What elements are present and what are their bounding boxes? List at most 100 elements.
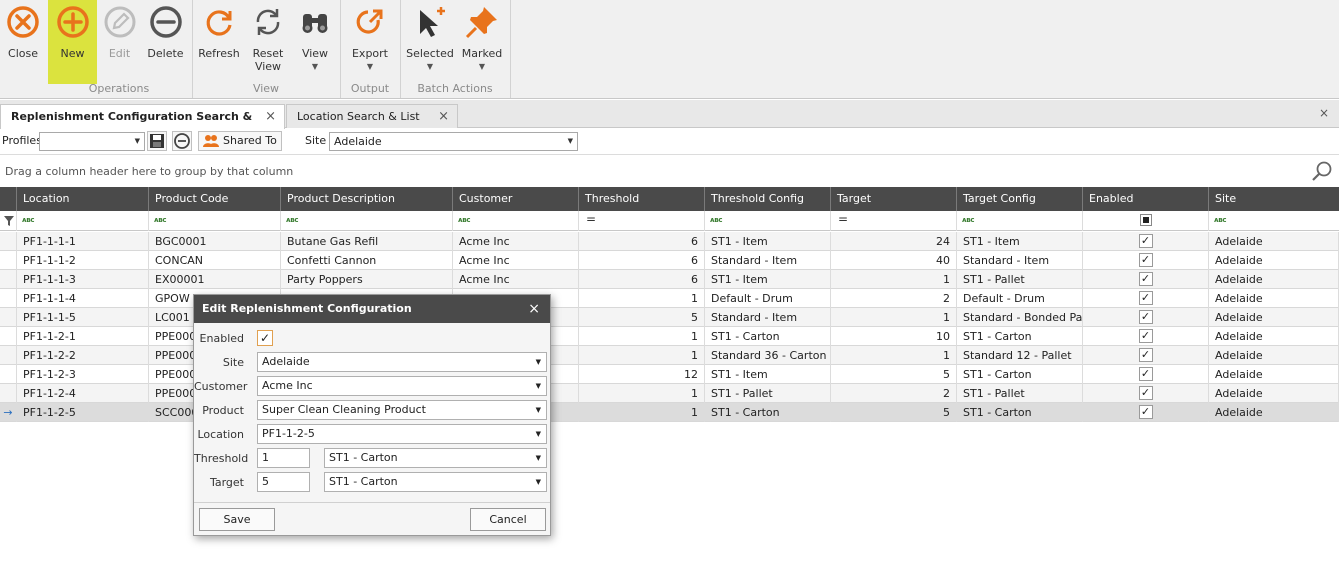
cell-threshold[interactable]: 1 [579,289,705,308]
cell-target[interactable]: 1 [831,346,957,365]
cell-threshold-config[interactable]: Standard - Item [705,308,831,327]
cell-location[interactable]: PF1-1-1-2 [17,251,149,270]
enabled-checkbox[interactable]: ✓ [257,330,273,346]
cell-threshold-config[interactable]: ST1 - Carton [705,403,831,422]
cell-target-config[interactable]: Standard - Item [957,251,1083,270]
marked-button[interactable]: Marked ▼ [456,0,508,84]
cell-product-code[interactable]: CONCAN [149,251,281,270]
cell-target[interactable]: 10 [831,327,957,346]
cell-target[interactable]: 24 [831,232,957,251]
cell-threshold[interactable]: 1 [579,384,705,403]
target-config-select[interactable]: ST1 - Carton ▼ [324,472,547,492]
tab-location-search[interactable]: Location Search & List × [286,104,458,128]
column-header-location[interactable]: Location [17,187,149,211]
cell-enabled[interactable]: ✓ [1083,232,1209,251]
cell-target-config[interactable]: ST1 - Carton [957,327,1083,346]
cell-threshold[interactable]: 6 [579,232,705,251]
column-header-customer[interactable]: Customer [453,187,579,211]
threshold-config-select[interactable]: ST1 - Carton ▼ [324,448,547,468]
cell-threshold[interactable]: 1 [579,327,705,346]
cell-target-config[interactable]: ST1 - Carton [957,365,1083,384]
cell-enabled[interactable]: ✓ [1083,289,1209,308]
cell-target-config[interactable]: ST1 - Item [957,232,1083,251]
cell-target[interactable]: 1 [831,308,957,327]
filter-target-config[interactable]: ᴀʙᴄ [957,211,1083,231]
close-all-tabs-icon[interactable]: × [1319,106,1329,120]
cell-enabled[interactable]: ✓ [1083,346,1209,365]
enabled-checkbox[interactable]: ✓ [1138,348,1153,362]
cell-threshold[interactable]: 1 [579,346,705,365]
column-header-threshold[interactable]: Threshold [579,187,705,211]
cell-location[interactable]: PF1-1-2-3 [17,365,149,384]
location-select[interactable]: PF1-1-2-5 ▼ [257,424,547,444]
cell-customer[interactable]: Acme Inc [453,232,579,251]
enabled-checkbox[interactable]: ✓ [1138,234,1153,248]
save-profile-button[interactable] [147,131,167,151]
view-dropdown-button[interactable]: View ▼ [293,0,337,84]
enabled-checkbox[interactable]: ✓ [1138,253,1153,267]
cell-threshold[interactable]: 1 [579,403,705,422]
cell-target-config[interactable]: ST1 - Pallet [957,270,1083,289]
filter-product-code[interactable]: ᴀʙᴄ [149,211,281,231]
enabled-checkbox[interactable]: ✓ [1138,405,1153,419]
tab-replenishment-configuration[interactable]: Replenishment Configuration Search & Lis… [0,104,285,146]
cell-location[interactable]: PF1-1-1-4 [17,289,149,308]
cell-threshold-config[interactable]: ST1 - Carton [705,327,831,346]
column-header-product-code[interactable]: Product Code [149,187,281,211]
cell-product-description[interactable]: Party Poppers [281,270,453,289]
cell-enabled[interactable]: ✓ [1083,308,1209,327]
cell-enabled[interactable]: ✓ [1083,270,1209,289]
cell-site[interactable]: Adelaide [1209,232,1339,251]
close-icon[interactable]: × [265,105,276,128]
cell-enabled[interactable]: ✓ [1083,365,1209,384]
cell-threshold-config[interactable]: ST1 - Item [705,270,831,289]
filter-threshold-config[interactable]: ᴀʙᴄ [705,211,831,231]
cell-site[interactable]: Adelaide [1209,270,1339,289]
cell-target[interactable]: 1 [831,270,957,289]
close-button[interactable]: Close [0,0,46,84]
group-by-panel[interactable]: Drag a column header here to group by th… [0,154,1339,187]
cell-target-config[interactable]: ST1 - Carton [957,403,1083,422]
cell-threshold-config[interactable]: ST1 - Item [705,365,831,384]
cell-enabled[interactable]: ✓ [1083,384,1209,403]
cell-product-code[interactable]: EX00001 [149,270,281,289]
cell-site[interactable]: Adelaide [1209,403,1339,422]
cell-target-config[interactable]: ST1 - Pallet [957,384,1083,403]
cell-product-code[interactable]: BGC0001 [149,232,281,251]
cell-site[interactable]: Adelaide [1209,384,1339,403]
enabled-checkbox[interactable]: ✓ [1138,329,1153,343]
filter-target[interactable]: = [831,211,957,231]
checkbox-filter-icon[interactable] [1139,214,1152,226]
cell-target[interactable]: 2 [831,384,957,403]
site-select[interactable]: Adelaide ▼ [257,352,547,372]
enabled-checkbox[interactable]: ✓ [1138,310,1153,324]
cell-location[interactable]: PF1-1-2-4 [17,384,149,403]
delete-button[interactable]: Delete [142,0,189,84]
dialog-title-bar[interactable]: Edit Replenishment Configuration × [194,295,550,323]
cell-threshold[interactable]: 12 [579,365,705,384]
cell-customer[interactable]: Acme Inc [453,270,579,289]
cell-product-description[interactable]: Confetti Cannon [281,251,453,270]
cell-location[interactable]: PF1-1-2-2 [17,346,149,365]
table-row[interactable]: PF1-1-1-2 CONCAN Confetti Cannon Acme Inc 6 S… [0,251,1339,270]
enabled-checkbox[interactable]: ✓ [1138,291,1153,305]
cell-enabled[interactable]: ✓ [1083,327,1209,346]
remove-profile-button[interactable] [172,131,192,151]
new-button[interactable]: New [48,0,97,84]
cancel-button[interactable]: Cancel [470,508,546,531]
enabled-checkbox[interactable]: ✓ [1138,272,1153,286]
cell-target-config[interactable]: Standard 12 - Pallet [957,346,1083,365]
cell-site[interactable]: Adelaide [1209,251,1339,270]
cell-product-description[interactable]: Butane Gas Refil [281,232,453,251]
cell-threshold-config[interactable]: Standard - Item [705,251,831,270]
filter-location[interactable]: ᴀʙᴄ [17,211,149,231]
cell-threshold-config[interactable]: Default - Drum [705,289,831,308]
close-icon[interactable]: × [438,105,449,128]
cell-site[interactable]: Adelaide [1209,365,1339,384]
edit-button[interactable]: Edit [97,0,142,84]
column-header-site[interactable]: Site [1209,187,1339,211]
table-row[interactable]: PF1-1-1-3 EX00001 Party Poppers Acme Inc 6 ST… [0,270,1339,289]
cell-threshold-config[interactable]: ST1 - Item [705,232,831,251]
cell-threshold-config[interactable]: ST1 - Pallet [705,384,831,403]
threshold-input[interactable]: 1 [257,448,310,468]
